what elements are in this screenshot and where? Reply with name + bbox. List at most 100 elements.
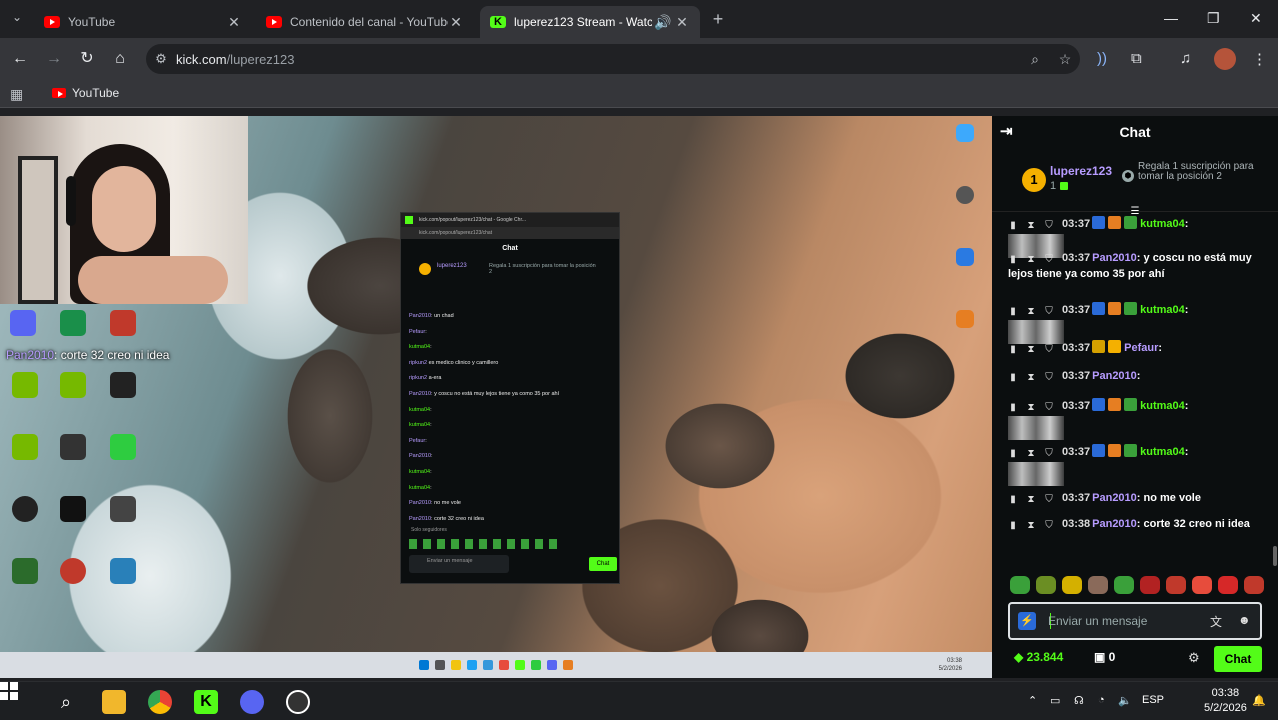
timeout-icon[interactable]: ⧗ — [1026, 345, 1036, 355]
new-tab-button[interactable]: + — [708, 9, 728, 29]
emote[interactable] — [1192, 576, 1212, 594]
address-bar[interactable]: ⚙ kick.com/luperez123 ⌕ ☆ — [146, 44, 1080, 74]
message-username[interactable]: Pefaur — [1124, 342, 1158, 354]
wifi-icon[interactable]: ☊ — [1074, 694, 1084, 707]
emote[interactable] — [1166, 576, 1186, 594]
message-username[interactable]: kutma04 — [1140, 400, 1185, 412]
file-explorer-icon[interactable] — [102, 690, 126, 714]
ban-icon[interactable]: ⛉ — [1044, 495, 1054, 505]
ban-icon[interactable]: ⛉ — [1044, 373, 1054, 383]
timeout-icon[interactable]: ⧗ — [1026, 403, 1036, 413]
extension-icon[interactable]: )) — [1097, 50, 1107, 67]
emote[interactable] — [1062, 576, 1082, 594]
menu-icon[interactable]: ⋮ — [1252, 50, 1267, 68]
translate-icon[interactable]: 文 — [1210, 613, 1222, 630]
chat-input[interactable] — [1048, 611, 1198, 631]
emote[interactable] — [1218, 576, 1238, 594]
chat-input-box[interactable]: ⚡ 文 ☻ — [1008, 602, 1262, 640]
ban-icon[interactable]: ⛉ — [1044, 307, 1054, 317]
url-text[interactable]: kick.com/luperez123 — [176, 52, 1020, 67]
tab-contenido-del-canal[interactable]: Contenido del canal - YouTube ✕ — [256, 6, 474, 38]
events-counter[interactable]: ▣ 0 — [1094, 650, 1115, 664]
close-window-icon[interactable]: ✕ — [1250, 10, 1262, 27]
ban-icon[interactable]: ⛉ — [1044, 345, 1054, 355]
message-username[interactable]: Pan2010 — [1092, 252, 1137, 264]
show-hidden-icons[interactable]: ⌃ — [1028, 694, 1037, 707]
volume-icon[interactable]: 🔈 — [1118, 694, 1132, 707]
ban-icon[interactable]: ⛉ — [1044, 255, 1054, 265]
chat-message[interactable]: ▮ ⧗ ⛉ 03:37 kutma04: — [1008, 398, 1258, 440]
ban-icon[interactable]: ⛉ — [1044, 449, 1054, 459]
ban-icon[interactable]: ⛉ — [1044, 221, 1054, 231]
message-username[interactable]: Pan2010 — [1092, 492, 1137, 504]
delete-message-icon[interactable]: ▮ — [1008, 307, 1018, 317]
timeout-icon[interactable]: ⧗ — [1026, 255, 1036, 265]
tab-kick-stream[interactable]: K luperez123 Stream - Watch 🔊 ✕ — [480, 6, 700, 38]
close-tab-icon[interactable]: ✕ — [226, 14, 242, 31]
emote[interactable] — [1244, 576, 1264, 594]
windows-start-icon[interactable] — [0, 682, 18, 700]
chat-settings-icon[interactable]: ⚙ — [1188, 650, 1200, 666]
message-username[interactable]: kutma04 — [1140, 218, 1185, 230]
site-info-icon[interactable]: ⚙ — [146, 51, 176, 67]
tab-search-icon[interactable]: ⌄ — [8, 10, 26, 28]
delete-message-icon[interactable]: ▮ — [1008, 521, 1018, 531]
chat-message[interactable]: ▮ ⧗ ⛉ 03:37 Pan2010: y coscu no está muy lej… — [1008, 250, 1258, 282]
sub-leaderboard[interactable]: 1 luperez123 1 ⬢ Regala 1 suscripción pa… — [992, 148, 1278, 212]
message-username[interactable]: Pan2010 — [1092, 370, 1137, 382]
chat-message[interactable]: ▮ ⧗ ⛉ 03:37 kutma04: — [1008, 444, 1258, 486]
delete-message-icon[interactable]: ▮ — [1008, 373, 1018, 383]
emote[interactable] — [1010, 576, 1030, 594]
timeout-icon[interactable]: ⧗ — [1026, 373, 1036, 383]
kick-icon[interactable]: K — [194, 690, 218, 714]
stream-video[interactable]: Pan2010: corte 32 creo ni idea kick.com/… — [0, 116, 992, 678]
media-control-icon[interactable]: ♫ — [1180, 50, 1191, 67]
search-icon[interactable]: ⌕ — [54, 690, 78, 714]
kick-emote-icon[interactable]: ⚡ — [1018, 612, 1036, 630]
minimize-icon[interactable]: — — [1164, 10, 1178, 26]
message-username[interactable]: kutma04 — [1140, 304, 1185, 316]
emote[interactable] — [1114, 576, 1134, 594]
timeout-icon[interactable]: ⧗ — [1026, 521, 1036, 531]
reload-icon[interactable]: ↻ — [77, 49, 97, 69]
emoji-icon[interactable]: ☻ — [1238, 613, 1251, 627]
obs-icon[interactable] — [286, 690, 310, 714]
emote[interactable] — [1088, 576, 1108, 594]
speaker-icon[interactable]: 🔊 — [652, 14, 674, 31]
taskbar-clock[interactable]: 03:38 5/2/2026 — [1204, 686, 1247, 716]
emote[interactable] — [1036, 576, 1056, 594]
tab-youtube[interactable]: YouTube ✕ — [34, 6, 252, 38]
message-username[interactable]: Pan2010 — [1092, 518, 1137, 530]
channel-points[interactable]: ◆ 23.844 — [1014, 650, 1063, 664]
bookmark-star-icon[interactable]: ☆ — [1050, 51, 1080, 68]
delete-message-icon[interactable]: ▮ — [1008, 449, 1018, 459]
close-tab-icon[interactable]: ✕ — [674, 14, 690, 31]
zoom-icon[interactable]: ⌕ — [1020, 51, 1050, 68]
page-scrollbar[interactable] — [1273, 546, 1277, 566]
collapse-chat-icon[interactable]: ⇥ — [1000, 116, 1013, 148]
forward-icon[interactable]: → — [44, 49, 64, 69]
language-indicator[interactable]: ESP — [1142, 694, 1164, 706]
apps-grid-icon[interactable]: ▦ — [10, 86, 23, 103]
ban-icon[interactable]: ⛉ — [1044, 521, 1054, 531]
delete-message-icon[interactable]: ▮ — [1008, 345, 1018, 355]
ban-icon[interactable]: ⛉ — [1044, 403, 1054, 413]
close-tab-icon[interactable]: ✕ — [448, 14, 464, 31]
restore-icon[interactable]: ❐ — [1207, 10, 1220, 27]
chat-send-button[interactable]: Chat — [1214, 646, 1262, 672]
chat-message[interactable]: ▮ ⧗ ⛉ 03:37 Pan2010: no me vole — [1008, 490, 1258, 506]
discord-icon[interactable] — [240, 690, 264, 714]
chat-message[interactable]: ▮ ⧗ ⛉ 03:37 kutma04: — [1008, 302, 1258, 344]
timeout-icon[interactable]: ⧗ — [1026, 221, 1036, 231]
delete-message-icon[interactable]: ▮ — [1008, 255, 1018, 265]
timeout-icon[interactable]: ⧗ — [1026, 449, 1036, 459]
message-username[interactable]: kutma04 — [1140, 446, 1185, 458]
profile-avatar[interactable] — [1214, 48, 1236, 70]
chat-message[interactable]: ▮ ⧗ ⛉ 03:37 Pefaur: — [1008, 340, 1258, 356]
emote[interactable] — [1140, 576, 1160, 594]
back-icon[interactable]: ← — [10, 49, 30, 69]
timeout-icon[interactable]: ⧗ — [1026, 495, 1036, 505]
chrome-icon[interactable] — [148, 690, 172, 714]
chat-message[interactable]: ▮ ⧗ ⛉ 03:38 Pan2010: corte 32 creo ni idea — [1008, 516, 1258, 532]
app-tray-icon[interactable]: ▭ — [1050, 694, 1060, 707]
